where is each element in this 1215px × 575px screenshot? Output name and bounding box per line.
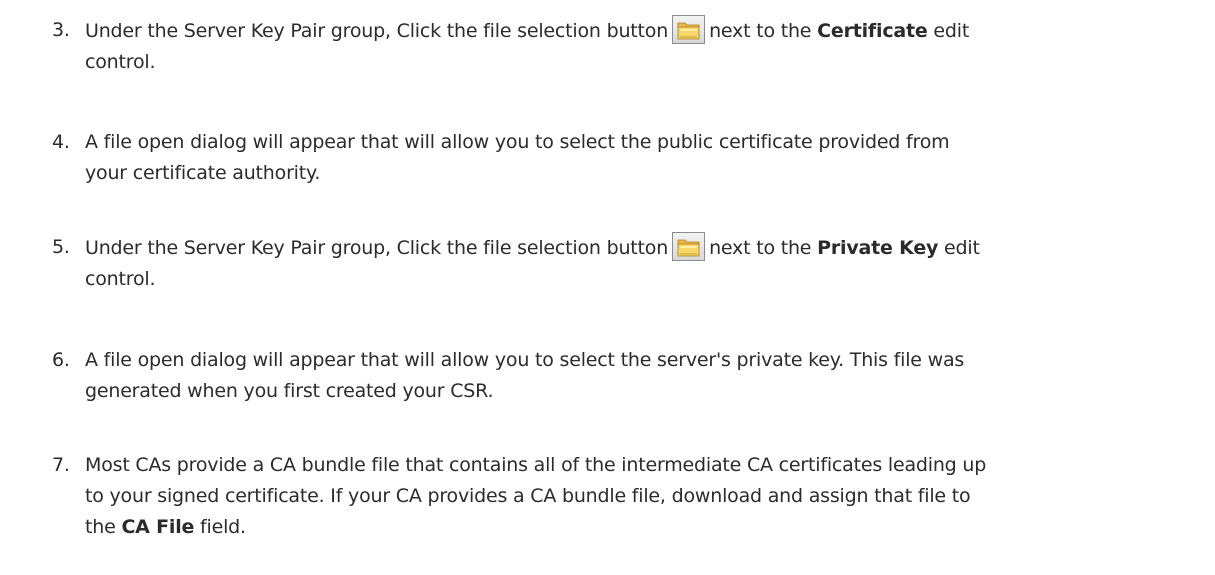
step-number: 7. [52,454,70,476]
step-text-after: next to the [709,20,812,42]
step-text: A file open dialog will appear that will… [85,127,1195,189]
step-text-tail: edit [933,20,970,42]
field-name-private-key: Private Key [817,237,939,259]
field-name-certificate: Certificate [817,20,928,42]
step-line: to your signed certificate. If your CA p… [85,485,971,507]
document-page: 3. Under the Server Key Pair group, Clic… [0,0,1215,575]
step-line: your certificate authority. [85,162,321,184]
step-line: Under the Server Key Pair group, Click t… [85,15,1195,47]
step-line: Most CAs provide a CA bundle file that c… [85,454,987,476]
step-text-post: field. [200,516,246,538]
folder-open-icon [672,15,706,44]
step-number: 6. [52,349,70,371]
field-name-ca-file: CA File [121,516,195,538]
step-text-tail: edit [944,237,980,259]
step-text: A file open dialog will appear that will… [85,345,1195,407]
step-text-before: Under the Server Key Pair group, Click t… [85,237,669,259]
step-text: Under the Server Key Pair group, Click t… [85,232,1195,295]
step-number: 5. [52,236,70,258]
step-text: Under the Server Key Pair group, Click t… [85,15,1195,78]
step-line: generated when you first created your CS… [85,380,494,402]
step-line: Under the Server Key Pair group, Click t… [85,232,1195,264]
step-text-after: next to the [709,237,812,259]
folder-open-icon [672,232,706,261]
step-line: control. [85,268,156,290]
step-text-before: Under the Server Key Pair group, Click t… [85,20,669,42]
step-text: Most CAs provide a CA bundle file that c… [85,450,1195,543]
step-line: A file open dialog will appear that will… [85,349,965,371]
step-number: 3. [52,19,70,41]
step-text-pre: the [85,516,116,538]
step-line: control. [85,51,156,73]
step-line: the CA File field. [85,512,1195,543]
step-number: 4. [52,131,70,153]
step-line: A file open dialog will appear that will… [85,131,950,153]
